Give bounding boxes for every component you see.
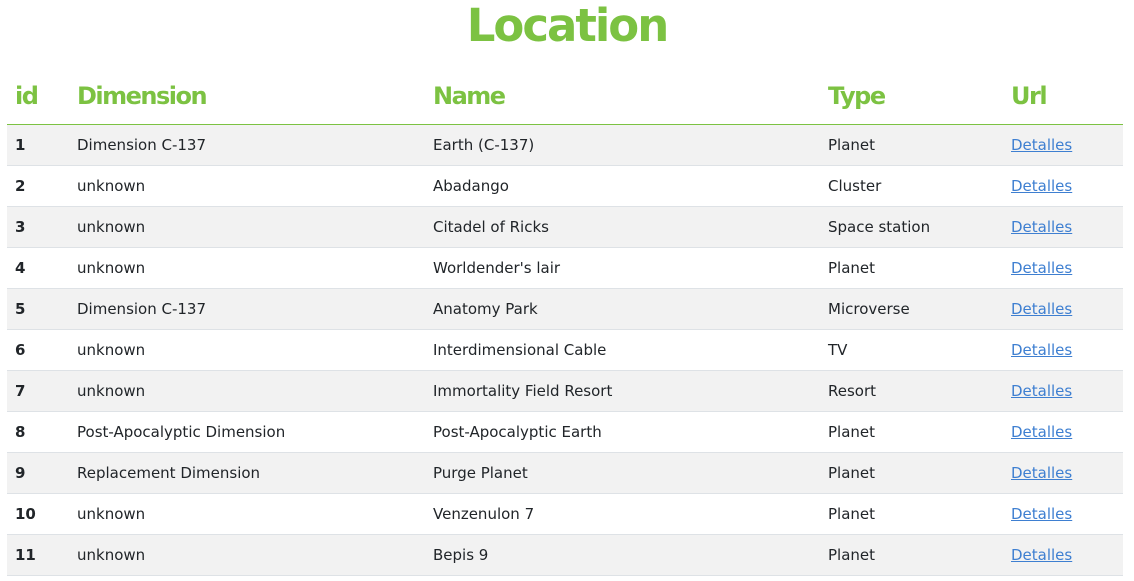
- cell-url: Detalles: [1003, 411, 1123, 453]
- details-link[interactable]: Detalles: [1011, 218, 1072, 236]
- details-link[interactable]: Detalles: [1011, 423, 1072, 441]
- cell-dimension: unknown: [69, 534, 425, 576]
- table-row: 6 unknown Interdimensional Cable TV Detalles: [7, 329, 1123, 371]
- table-row: 7 unknown Immortality Field Resort Resort De…: [7, 370, 1123, 412]
- page: Location id Dimension Name Type Url 1 Dim…: [0, 0, 1134, 581]
- table-header: id Dimension Name Type Url: [7, 68, 1123, 125]
- cell-url: Detalles: [1003, 247, 1123, 289]
- cell-id: 1: [7, 124, 69, 166]
- column-header-id: id: [7, 68, 69, 125]
- cell-dimension: unknown: [69, 165, 425, 207]
- cell-dimension: unknown: [69, 329, 425, 371]
- cell-dimension: Dimension C-137: [69, 288, 425, 330]
- table-row: 3 unknown Citadel of Ricks Space station Det…: [7, 206, 1123, 248]
- cell-url: Detalles: [1003, 124, 1123, 166]
- cell-type: Planet: [820, 534, 1003, 576]
- cell-name: Venzenulon 7: [425, 493, 820, 535]
- table-row: 2 unknown Abadango Cluster Detalles: [7, 165, 1123, 207]
- column-header-url: Url: [1003, 68, 1123, 125]
- cell-type: Microverse: [820, 288, 1003, 330]
- details-link[interactable]: Detalles: [1011, 341, 1072, 359]
- cell-url: Detalles: [1003, 452, 1123, 494]
- cell-url: Detalles: [1003, 370, 1123, 412]
- details-link[interactable]: Detalles: [1011, 464, 1072, 482]
- table-row: 11 unknown Bepis 9 Planet Detalles: [7, 534, 1123, 576]
- cell-id: 8: [7, 411, 69, 453]
- cell-id: 10: [7, 493, 69, 535]
- details-link[interactable]: Detalles: [1011, 136, 1072, 154]
- table-row: 5 Dimension C-137 Anatomy Park Microverse De…: [7, 288, 1123, 330]
- cell-type: Planet: [820, 411, 1003, 453]
- column-header-name: Name: [425, 68, 820, 125]
- cell-url: Detalles: [1003, 493, 1123, 535]
- cell-url: Detalles: [1003, 534, 1123, 576]
- cell-name: Post-Apocalyptic Earth: [425, 411, 820, 453]
- cell-id: 2: [7, 165, 69, 207]
- cell-id: 9: [7, 452, 69, 494]
- cell-name: Purge Planet: [425, 452, 820, 494]
- cell-id: 6: [7, 329, 69, 371]
- cell-name: Worldender's lair: [425, 247, 820, 289]
- cell-id: 11: [7, 534, 69, 576]
- details-link[interactable]: Detalles: [1011, 546, 1072, 564]
- table-row: 1 Dimension C-137 Earth (C-137) Planet Detal…: [7, 124, 1123, 166]
- details-link[interactable]: Detalles: [1011, 382, 1072, 400]
- cell-type: Planet: [820, 452, 1003, 494]
- details-link[interactable]: Detalles: [1011, 177, 1072, 195]
- cell-name: Abadango: [425, 165, 820, 207]
- cell-name: Bepis 9: [425, 534, 820, 576]
- cell-dimension: unknown: [69, 206, 425, 248]
- table-row: 8 Post-Apocalyptic Dimension Post-Apocalyp…: [7, 411, 1123, 453]
- cell-url: Detalles: [1003, 165, 1123, 207]
- cell-url: Detalles: [1003, 329, 1123, 371]
- cell-dimension: Dimension C-137: [69, 124, 425, 166]
- cell-dimension: unknown: [69, 493, 425, 535]
- cell-id: 5: [7, 288, 69, 330]
- cell-url: Detalles: [1003, 288, 1123, 330]
- cell-name: Interdimensional Cable: [425, 329, 820, 371]
- column-header-type: Type: [820, 68, 1003, 125]
- cell-type: TV: [820, 329, 1003, 371]
- cell-type: Resort: [820, 370, 1003, 412]
- cell-dimension: Post-Apocalyptic Dimension: [69, 411, 425, 453]
- page-title: Location: [466, 0, 670, 52]
- details-link[interactable]: Detalles: [1011, 300, 1072, 318]
- cell-name: Citadel of Ricks: [425, 206, 820, 248]
- cell-name: Anatomy Park: [425, 288, 820, 330]
- cell-url: Detalles: [1003, 206, 1123, 248]
- locations-table: id Dimension Name Type Url 1 Dimension C-…: [7, 68, 1123, 576]
- table-row: 10 unknown Venzenulon 7 Planet Detalles: [7, 493, 1123, 535]
- cell-type: Planet: [820, 493, 1003, 535]
- column-header-dimension: Dimension: [69, 68, 425, 125]
- cell-dimension: Replacement Dimension: [69, 452, 425, 494]
- table-body: 1 Dimension C-137 Earth (C-137) Planet Detal…: [7, 124, 1123, 576]
- details-link[interactable]: Detalles: [1011, 259, 1072, 277]
- cell-id: 3: [7, 206, 69, 248]
- cell-id: 4: [7, 247, 69, 289]
- cell-type: Planet: [820, 124, 1003, 166]
- cell-dimension: unknown: [69, 247, 425, 289]
- cell-dimension: unknown: [69, 370, 425, 412]
- cell-id: 7: [7, 370, 69, 412]
- cell-name: Immortality Field Resort: [425, 370, 820, 412]
- details-link[interactable]: Detalles: [1011, 505, 1072, 523]
- header-row: id Dimension Name Type Url: [7, 68, 1123, 125]
- table-row: 4 unknown Worldender's lair Planet Detalles: [7, 247, 1123, 289]
- table-row: 9 Replacement Dimension Purge Planet Planet…: [7, 452, 1123, 494]
- cell-type: Planet: [820, 247, 1003, 289]
- cell-type: Space station: [820, 206, 1003, 248]
- cell-type: Cluster: [820, 165, 1003, 207]
- cell-name: Earth (C-137): [425, 124, 820, 166]
